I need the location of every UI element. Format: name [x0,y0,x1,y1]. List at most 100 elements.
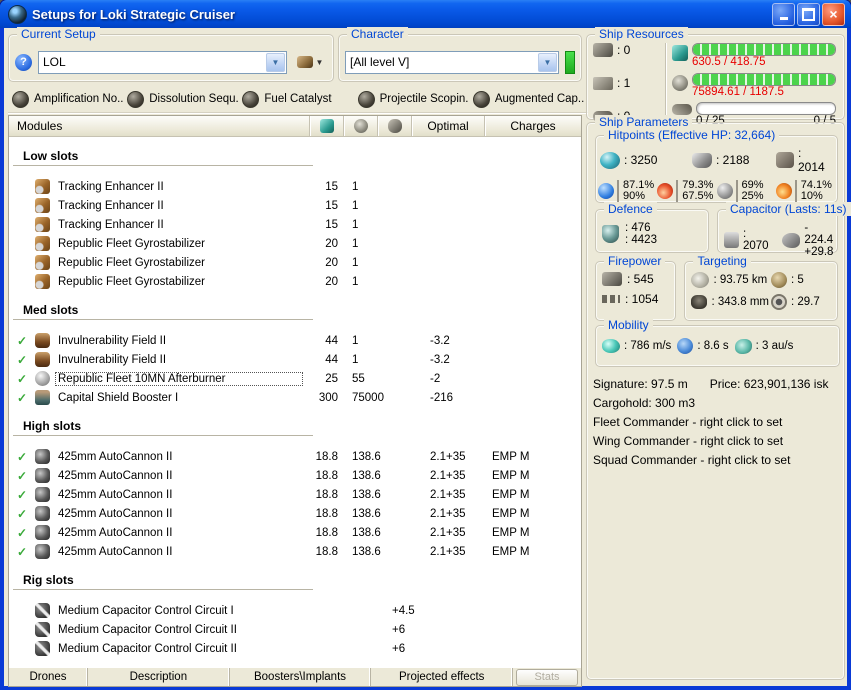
charges-column-header[interactable]: Charges [484,116,581,136]
module-row[interactable]: ✓ Invulnerability Field II 44 1 -3.2 [9,331,581,350]
character-combobox-dropdown-button[interactable]: ▼ [538,52,557,72]
module-row[interactable]: ✓ 425mm AutoCannon II 18.8 138.6 2.1+35 EMP M [9,485,581,504]
hardpoint-count-value: : 0 [617,43,631,57]
subsystem-tab-2[interactable]: Fuel Catalyst [242,90,353,108]
module-cpu-value: 18.8 [315,545,338,558]
module-section-heading: Med slots [23,303,79,317]
module-row[interactable]: Tracking Enhancer II 15 1 [9,196,581,215]
setup-combobox-dropdown-button[interactable]: ▼ [266,52,285,72]
module-row[interactable]: Tracking Enhancer II 15 1 [9,215,581,234]
resist-values: 79.3% 67.5% [676,180,713,202]
defence-group: Defence : 476 : 4423 [595,202,709,253]
module-row[interactable]: Medium Capacitor Control Circuit II +6 [9,620,581,639]
close-button[interactable]: × [822,2,845,26]
subsystem-tab-3[interactable]: Projectile Scopin... [357,90,469,108]
capacitor-column-header[interactable] [377,116,411,136]
subsystem-tab-1[interactable]: Dissolution Sequ... [127,90,238,108]
module-cpu-value: 44 [325,353,338,366]
fitted-check-icon: ✓ [17,371,28,386]
optimal-column-header[interactable]: Optimal [411,116,484,136]
module-pg-value: 55 [352,372,365,385]
tab-boosters-implants[interactable]: Boosters\Implants [230,668,372,686]
module-row[interactable]: Republic Fleet Gyrostabilizer 20 1 [9,272,581,291]
module-cpu-value: 18.8 [315,450,338,463]
structure-icon [776,152,794,168]
scan-resolution: : 343.8 mm [691,294,769,310]
fit-menu-button[interactable]: ▼ [293,51,327,73]
module-charge-value: EMP M [492,545,530,558]
ship-resources-label: Ship Resources [595,27,688,41]
module-row[interactable]: ✓ Capital Shield Booster I 300 75000 -216 [9,388,581,407]
module-row[interactable]: Tracking Enhancer II 15 1 [9,177,581,196]
module-row[interactable]: Republic Fleet Gyrostabilizer 20 1 [9,234,581,253]
module-section-heading: Low slots [23,149,79,163]
module-row[interactable]: ✓ 425mm AutoCannon II 18.8 138.6 2.1+35 EMP M [9,466,581,485]
maximize-button[interactable] [797,2,820,26]
module-row[interactable]: ✓ 425mm AutoCannon II 18.8 138.6 2.1+35 EMP M [9,504,581,523]
module-row[interactable]: Medium Capacitor Control Circuit I +4.5 [9,601,581,620]
hardpoint-counter: : 0 [593,43,665,57]
tab-drones[interactable]: Drones [9,668,88,686]
module-name: 425mm AutoCannon II [58,526,173,539]
powergrid-column-header[interactable] [343,116,377,136]
tab-projected-effects[interactable]: Projected effects [371,668,514,686]
module-name: 425mm AutoCannon II [58,545,173,558]
tab-description[interactable]: Description [88,668,230,686]
module-row[interactable]: Medium Capacitor Control Circuit II +6 [9,639,581,658]
signature-value: Signature: 97.5 m [593,377,688,391]
setup-combobox-value: LOL [43,55,66,69]
capacitor-label: Capacitor (Lasts: 11s) [726,202,851,216]
subsystem-tab-4[interactable]: Augmented Cap... [472,90,584,108]
module-row[interactable]: ✓ 425mm AutoCannon II 18.8 138.6 2.1+35 EMP M [9,523,581,542]
module-pg-value: 75000 [352,391,384,404]
module-row[interactable]: ✓ Republic Fleet 10MN Afterburner 25 55 -2 [9,369,581,388]
modules-column-header[interactable]: Modules [9,119,309,133]
module-cpu-value: 18.8 [315,526,338,539]
shield-hp: : 3250 [600,151,692,169]
powergrid-icon [672,74,688,91]
subsystem-tab-0[interactable]: Amplification No... [12,90,123,108]
module-cap-value: 2.1+35 [430,507,466,520]
module-row[interactable]: ✓ 425mm AutoCannon II 18.8 138.6 2.1+35 EMP M [9,447,581,466]
module-pg-value: 138.6 [352,507,381,520]
current-setup-group: Current Setup ? LOL ▼ ▼ [8,27,334,82]
stats-button[interactable]: Stats [516,668,579,686]
structure-hp: : 2014 [776,146,831,174]
help-button[interactable]: ? [15,53,32,71]
character-group: Character [All level V] ▼ [338,27,582,82]
resist-values: 69% 25% [735,180,764,202]
sensor-strength-icon [771,294,787,310]
tracking-enhancer-icon [35,179,50,194]
invulnerability-field-icon [35,333,50,348]
autocannon-icon [35,544,50,559]
max-targets: : 5 [771,272,835,288]
module-name: Invulnerability Field II [58,334,167,347]
module-pg-value: 138.6 [352,545,381,558]
cpu-column-header[interactable] [309,116,343,136]
character-combobox[interactable]: [All level V] ▼ [345,50,559,74]
cpu-usage-row: 630.5 / 418.75 [672,43,836,68]
module-row[interactable]: Republic Fleet Gyrostabilizer 20 1 [9,253,581,272]
module-row[interactable]: ✓ Invulnerability Field II 44 1 -3.2 [9,350,581,369]
minimize-button[interactable] [772,2,795,26]
volley-icon [602,295,620,303]
defence-shield-icon [602,225,619,243]
wing-commander-hint[interactable]: Wing Commander - right click to set [593,432,839,451]
gyrostabilizer-icon [35,255,50,270]
powergrid-icon [353,119,368,133]
current-setup-label: Current Setup [17,27,100,41]
hitpoints-label: Hitpoints (Effective HP: 32,664) [604,128,780,142]
minimize-icon [779,17,788,20]
module-cap-value: -216 [430,391,454,404]
firepower-label: Firepower [604,254,666,268]
module-cap-value: -3.2 [430,334,450,347]
radar-icon [691,272,710,288]
em-icon [598,183,614,199]
squad-commander-hint[interactable]: Squad Commander - right click to set [593,451,839,470]
module-name: Capital Shield Booster I [58,391,179,404]
setup-combobox[interactable]: LOL ▼ [38,50,287,74]
module-cpu-value: 20 [325,256,338,269]
fleet-commander-hint[interactable]: Fleet Commander - right click to set [593,413,839,432]
module-row[interactable]: ✓ 425mm AutoCannon II 18.8 138.6 2.1+35 EMP M [9,542,581,561]
capacitor-group: Capacitor (Lasts: 11s) : 2070 - 224.4 +2… [717,202,851,258]
